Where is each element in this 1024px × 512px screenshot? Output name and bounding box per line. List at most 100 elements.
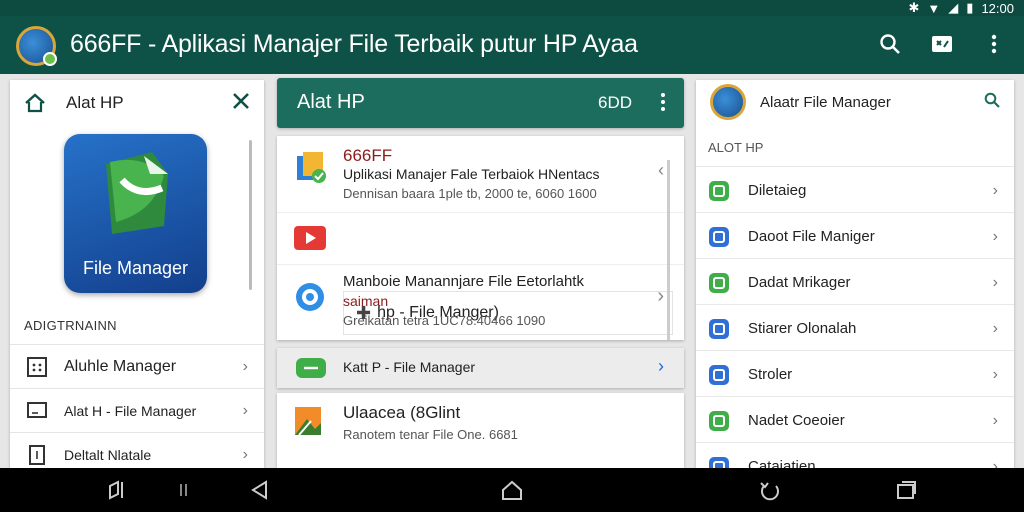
right-app-logo (710, 84, 746, 120)
right-section-label: ALOT HP (708, 140, 764, 155)
screen-icon (932, 36, 952, 52)
left-panel: Alat HP File Manager ADIGTRNAINN Aluhle … (10, 80, 264, 468)
app-title: 666FF - Aplikasi Manajer File Terbaik pu… (70, 30, 638, 58)
middle-card: 666FF Uplikasi Manajer Fale Terbaiok HNe… (277, 136, 684, 340)
file-manager-tile[interactable]: File Manager (64, 134, 207, 293)
chevron-right-icon: › (658, 356, 664, 376)
left-item-label: Deltalt Nlatale (64, 446, 152, 463)
battery-icon: ▮ (966, 0, 974, 15)
nav-recents-icon[interactable] (894, 478, 918, 502)
list-item-line2: saiman (343, 293, 389, 309)
wifi-icon: ▼ (927, 0, 941, 16)
right-list-item[interactable]: Stroler › (696, 350, 1014, 398)
right-list-item[interactable]: Dadat Mrikager › (696, 258, 1014, 306)
folder-app-icon (297, 152, 326, 183)
right-list-item[interactable]: Daoot File Maniger › (696, 212, 1014, 260)
left-section-label: ADIGTRNAINN (24, 318, 117, 333)
close-icon[interactable] (232, 92, 250, 110)
cloud-gear-icon (296, 283, 324, 311)
search-icon (880, 34, 900, 54)
status-bar: ✱ ▼ ◢ ▮ 12:00 (0, 0, 1024, 16)
left-scrollbar[interactable] (249, 140, 252, 290)
nav-back-alt-icon[interactable] (104, 478, 128, 502)
app-icon (709, 180, 729, 201)
right-list-item-label: Stroler (748, 366, 793, 383)
grid-box-icon (27, 356, 47, 377)
list-item-sub: Dennisan baara 1ple tb, 2000 te, 6060 16… (343, 186, 597, 201)
middle-bottom-item[interactable]: Ulaacea (8Glint Ranotem tenar File One. … (277, 393, 684, 468)
left-item-label: Aluhle Manager (64, 357, 177, 375)
chevron-right-icon: › (992, 227, 998, 245)
chevron-right-icon: › (992, 319, 998, 337)
chat-icon (296, 358, 326, 378)
right-panel-title: Alaatr File Manager (760, 94, 891, 111)
app-logo (16, 26, 57, 66)
monitor-icon (27, 401, 47, 418)
middle-header-title: Alat HP (297, 91, 365, 113)
screen-button[interactable] (930, 32, 954, 56)
middle-bar-label: Katt P - File Manager (343, 359, 476, 375)
chevron-right-icon: › (992, 273, 998, 291)
chevron-left-icon: ‹ (658, 160, 664, 180)
list-item-sub: Greikatan tetra 1UC78.40466 1090 (343, 313, 546, 328)
chevron-right-icon: › (992, 411, 998, 429)
file-manager-logo-icon (106, 152, 168, 234)
list-item-sub: Ranotem tenar File One. 6681 (343, 427, 518, 442)
nav-pause-icon[interactable] (172, 478, 196, 502)
app-icon (709, 364, 729, 385)
chevron-right-icon: › (657, 285, 664, 307)
list-item-line: Manboie Manannjare File Eetorlahtk (343, 273, 584, 290)
right-list-item-label: Nadet Coeoier (748, 412, 845, 429)
right-panel: Alaatr File Manager ALOT HP Diletaieg › Da… (696, 80, 1014, 477)
right-list-item-label: Dadat Mrikager (748, 274, 851, 291)
chevron-right-icon: › (242, 445, 248, 463)
chevron-right-icon: › (242, 357, 248, 375)
more-options-button[interactable] (982, 32, 1006, 56)
right-list-item-label: Daoot File Maniger (748, 228, 875, 245)
system-nav-bar (0, 468, 1024, 512)
status-time: 12:00 (981, 0, 1014, 16)
list-item[interactable]: 666FF Uplikasi Manajer Fale Terbaiok HNe… (277, 136, 684, 210)
right-list-item[interactable]: Nadet Coeoier › (696, 396, 1014, 444)
video-play-icon (294, 226, 326, 250)
bluetooth-icon: ✱ (908, 0, 920, 15)
list-item[interactable]: Manboie Manannjare File Eetorlahtk saima… (277, 264, 684, 340)
left-item-label: Alat H - File Manager (64, 402, 197, 419)
more-vert-icon (991, 34, 997, 54)
file-manager-tile-label: File Manager (82, 258, 189, 278)
home-icon[interactable] (24, 93, 46, 113)
middle-scrollbar[interactable] (667, 160, 670, 340)
right-list-item[interactable]: Diletaieg › (696, 166, 1014, 214)
search-button[interactable] (878, 32, 902, 56)
left-item-2[interactable]: Alat H - File Manager › (10, 388, 264, 432)
document-icon (29, 444, 45, 465)
right-list-item[interactable]: Stiarer Olonalah › (696, 304, 1014, 352)
more-vert-icon[interactable] (660, 92, 666, 112)
app-icon (709, 226, 729, 247)
chevron-right-icon: › (992, 365, 998, 383)
signal-icon: ◢ (948, 0, 959, 15)
list-item[interactable]: ✚ hp - File Manger) (277, 212, 684, 335)
app-logo-badge (43, 52, 57, 66)
nav-home-icon[interactable] (500, 478, 524, 502)
middle-header-count: 6DD (597, 93, 632, 112)
list-item-title: 666FF (343, 146, 393, 165)
image-gallery-icon (295, 407, 321, 436)
app-icon (709, 318, 729, 339)
list-item-line: Uplikasi Manajer Fale Terbaiok HNentacs (343, 166, 600, 182)
app-bar: 666FF - Aplikasi Manajer File Terbaik pu… (0, 16, 1024, 74)
nav-back-icon[interactable] (248, 478, 272, 502)
middle-bar-item[interactable]: Katt P - File Manager › (277, 348, 684, 388)
app-icon (709, 272, 729, 293)
middle-header: Alat HP 6DD (277, 78, 684, 128)
chevron-right-icon: › (242, 401, 248, 419)
left-item-1[interactable]: Aluhle Manager › (10, 344, 264, 388)
right-list-item-label: Stiarer Olonalah (748, 320, 857, 337)
list-item-title: Ulaacea (8Glint (343, 403, 461, 422)
left-panel-title: Alat HP (66, 93, 124, 112)
app-icon (709, 410, 729, 431)
nav-rotate-icon[interactable] (758, 478, 782, 502)
search-icon[interactable] (984, 92, 1000, 108)
right-list-item-label: Diletaieg (748, 182, 807, 199)
chevron-right-icon: › (992, 181, 998, 199)
